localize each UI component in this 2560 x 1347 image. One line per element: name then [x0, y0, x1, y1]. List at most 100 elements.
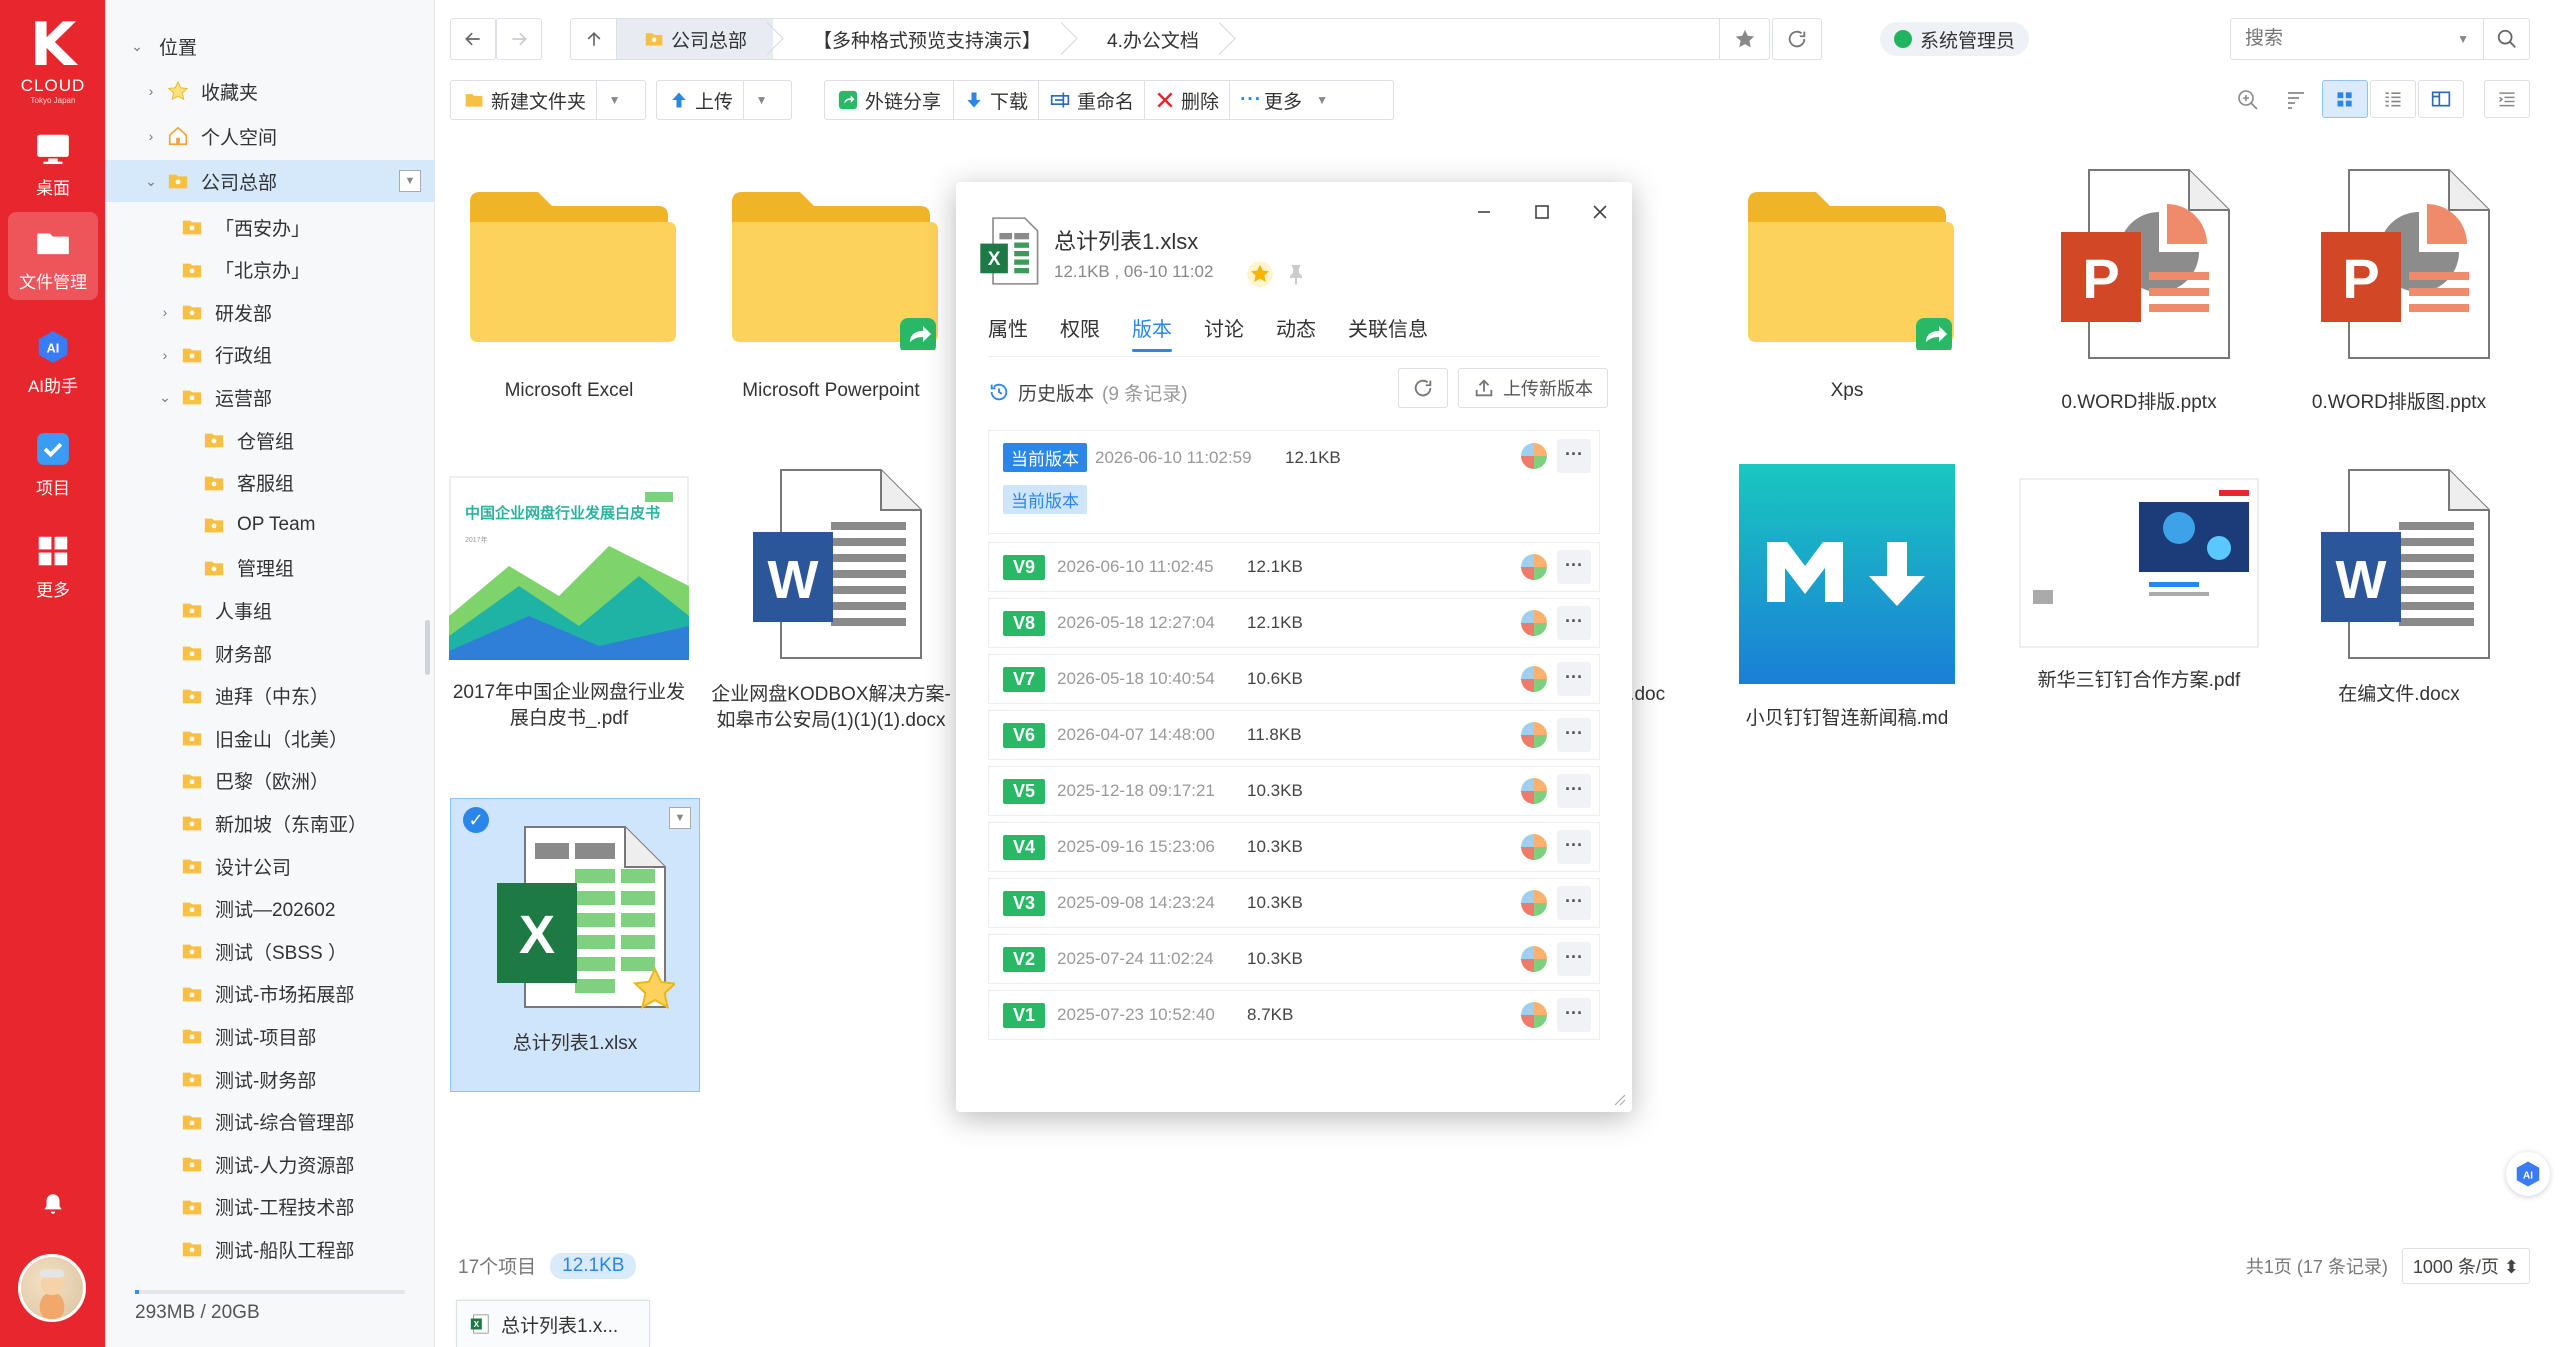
download-button[interactable]: 下载: [954, 81, 1040, 119]
current-version-card[interactable]: 当前版本 2026-06-10 11:02:59 12.1KB 当前版本 ···: [988, 430, 1600, 534]
upload-version-button[interactable]: 上传新版本: [1458, 368, 1608, 408]
file-item-selected[interactable]: ✓ ▼ X 总计列表1.xlsx: [450, 798, 700, 1092]
tree-item[interactable]: 测试-项目部: [105, 1015, 435, 1057]
tree-item[interactable]: 测试-财务部: [105, 1058, 435, 1100]
version-row[interactable]: V6 2026-04-07 14:48:00 11.8KB ···: [988, 710, 1600, 760]
version-row[interactable]: V8 2026-05-18 12:27:04 12.1KB ···: [988, 598, 1600, 648]
rail-item-more[interactable]: 更多: [8, 520, 98, 608]
tree-scrollbar[interactable]: [425, 620, 430, 675]
taskbar-item[interactable]: X 总计列表1.x...: [456, 1300, 650, 1347]
view-split-button[interactable]: [2418, 80, 2464, 118]
tab-versions[interactable]: 版本: [1132, 312, 1172, 358]
rail-item-desktop[interactable]: 桌面: [8, 118, 98, 206]
app-logo[interactable]: K CLOUD Tokyo Japan: [18, 14, 88, 105]
file-item[interactable]: Microsoft Excel: [444, 170, 694, 404]
checked-icon[interactable]: ✓: [463, 807, 489, 833]
file-item[interactable]: P 0.WORD排版图.pptx: [2274, 162, 2524, 416]
minimize-button[interactable]: [1464, 192, 1504, 232]
per-page-select[interactable]: 1000 条/页 ⬍: [2401, 1248, 2530, 1284]
version-row[interactable]: V7 2026-05-18 10:40:54 10.6KB ···: [988, 654, 1600, 704]
tree-item[interactable]: 旧金山（北美）: [105, 717, 435, 759]
tree-item[interactable]: 管理组: [105, 547, 435, 589]
version-more-button[interactable]: ···: [1557, 550, 1591, 584]
file-item[interactable]: 中国企业网盘行业发展白皮书 2017年 2017年中国企业网盘行业发展白皮书_.pd…: [444, 470, 694, 732]
chevron-down-icon[interactable]: ⌄: [157, 389, 173, 406]
upload-button[interactable]: 上传 ▼: [656, 80, 792, 120]
new-folder-button[interactable]: 新建文件夹 ▼: [450, 80, 646, 120]
tree-item[interactable]: › 研发部: [105, 291, 435, 333]
delete-button[interactable]: 删除: [1145, 81, 1231, 119]
tab-discussion[interactable]: 讨论: [1204, 312, 1244, 358]
tree-item[interactable]: 「西安办」: [105, 206, 435, 248]
tree-item[interactable]: › 行政组: [105, 334, 435, 376]
user-badge[interactable]: 系统管理员: [1880, 22, 2030, 56]
tab-permissions[interactable]: 权限: [1060, 312, 1100, 358]
favorite-folder-button[interactable]: [1719, 19, 1769, 59]
tab-activity[interactable]: 动态: [1276, 312, 1316, 358]
view-list-button[interactable]: [2370, 80, 2416, 118]
pin-icon[interactable]: [1284, 262, 1308, 286]
file-item[interactable]: 新华三钉钉合作方案.pdf: [2014, 478, 2264, 694]
tab-related[interactable]: 关联信息: [1348, 312, 1428, 358]
rail-item-files[interactable]: 文件管理: [8, 212, 98, 300]
version-row[interactable]: V4 2025-09-16 15:23:06 10.3KB ···: [988, 822, 1600, 872]
sort-icon[interactable]: [2284, 88, 2308, 112]
refresh-button[interactable]: [1772, 18, 1822, 60]
version-row[interactable]: V2 2025-07-24 11:02:24 10.3KB ···: [988, 934, 1600, 984]
file-item[interactable]: P 0.WORD排版.pptx: [2014, 162, 2264, 416]
version-more-button[interactable]: ···: [1557, 606, 1591, 640]
user-avatar[interactable]: [18, 1254, 86, 1322]
tree-item[interactable]: ⌄ 运营部: [105, 376, 435, 418]
file-item[interactable]: Xps: [1722, 170, 1972, 404]
maximize-button[interactable]: [1522, 192, 1562, 232]
up-button[interactable]: [571, 19, 617, 59]
zoom-icon[interactable]: [2236, 88, 2260, 112]
tree-item-favorites[interactable]: › 收藏夹: [105, 70, 435, 112]
tree-item[interactable]: OP Team: [105, 504, 435, 546]
version-row[interactable]: V5 2025-12-18 09:17:21 10.3KB ···: [988, 766, 1600, 816]
tree-item[interactable]: 测试（SBSS ）: [105, 930, 435, 972]
more-actions-button[interactable]: ··· 更多 ▼: [1230, 81, 1338, 119]
version-more-button[interactable]: ···: [1557, 830, 1591, 864]
tree-item[interactable]: 测试-人力资源部: [105, 1143, 435, 1185]
chevron-right-icon[interactable]: ›: [157, 304, 173, 320]
tree-item[interactable]: 「北京办」: [105, 249, 435, 291]
tree-section-location[interactable]: ⌄ 位置: [105, 25, 435, 67]
breadcrumb-item[interactable]: 公司总部: [617, 19, 774, 59]
history-refresh-button[interactable]: [1398, 368, 1448, 408]
version-more-button[interactable]: ···: [1557, 662, 1591, 696]
share-link-button[interactable]: 外链分享: [825, 81, 955, 119]
tree-item-menu-button[interactable]: ▼: [399, 170, 421, 192]
ai-assistant-button[interactable]: AI: [2506, 1152, 2550, 1196]
search-input[interactable]: [2245, 28, 2445, 50]
tree-item[interactable]: 人事组: [105, 589, 435, 631]
file-item[interactable]: Microsoft Powerpoint: [706, 170, 956, 404]
favorite-star-icon[interactable]: [1246, 260, 1274, 288]
chevron-down-icon[interactable]: ▼: [743, 81, 779, 119]
version-more-button[interactable]: ···: [1557, 439, 1591, 473]
tree-item[interactable]: 测试—202602: [105, 888, 435, 930]
search-button[interactable]: [2483, 19, 2529, 59]
version-more-button[interactable]: ···: [1557, 774, 1591, 808]
chevron-down-icon[interactable]: ▼: [596, 81, 632, 119]
tab-properties[interactable]: 属性: [988, 312, 1028, 358]
file-menu-button[interactable]: ▼: [669, 807, 691, 829]
tree-item[interactable]: 测试-船队工程部: [105, 1228, 435, 1270]
rail-item-ai[interactable]: AI AI助手: [8, 316, 98, 404]
tree-item[interactable]: 财务部: [105, 632, 435, 674]
view-icon-button[interactable]: [2322, 80, 2368, 118]
rename-button[interactable]: 重命名: [1039, 81, 1146, 119]
bell-icon[interactable]: [40, 1190, 66, 1218]
tree-item[interactable]: 仓管组: [105, 419, 435, 461]
tree-item[interactable]: 测试-综合管理部: [105, 1101, 435, 1143]
breadcrumb-item[interactable]: 4.办公文档: [1067, 19, 1225, 59]
tree-item-personal[interactable]: › 个人空间: [105, 115, 435, 157]
back-button[interactable]: [450, 18, 496, 60]
forward-button[interactable]: [496, 18, 542, 60]
tree-item[interactable]: 测试-工程技术部: [105, 1186, 435, 1228]
version-more-button[interactable]: ···: [1557, 998, 1591, 1032]
tree-item[interactable]: 测试-市场拓展部: [105, 973, 435, 1015]
file-item[interactable]: 小贝钉钉智连新闻稿.md: [1722, 462, 1972, 732]
tree-item-hq[interactable]: ⌄ 公司总部 ▼: [105, 160, 435, 202]
breadcrumb-item[interactable]: 【多种格式预览支持演示】: [773, 19, 1067, 59]
